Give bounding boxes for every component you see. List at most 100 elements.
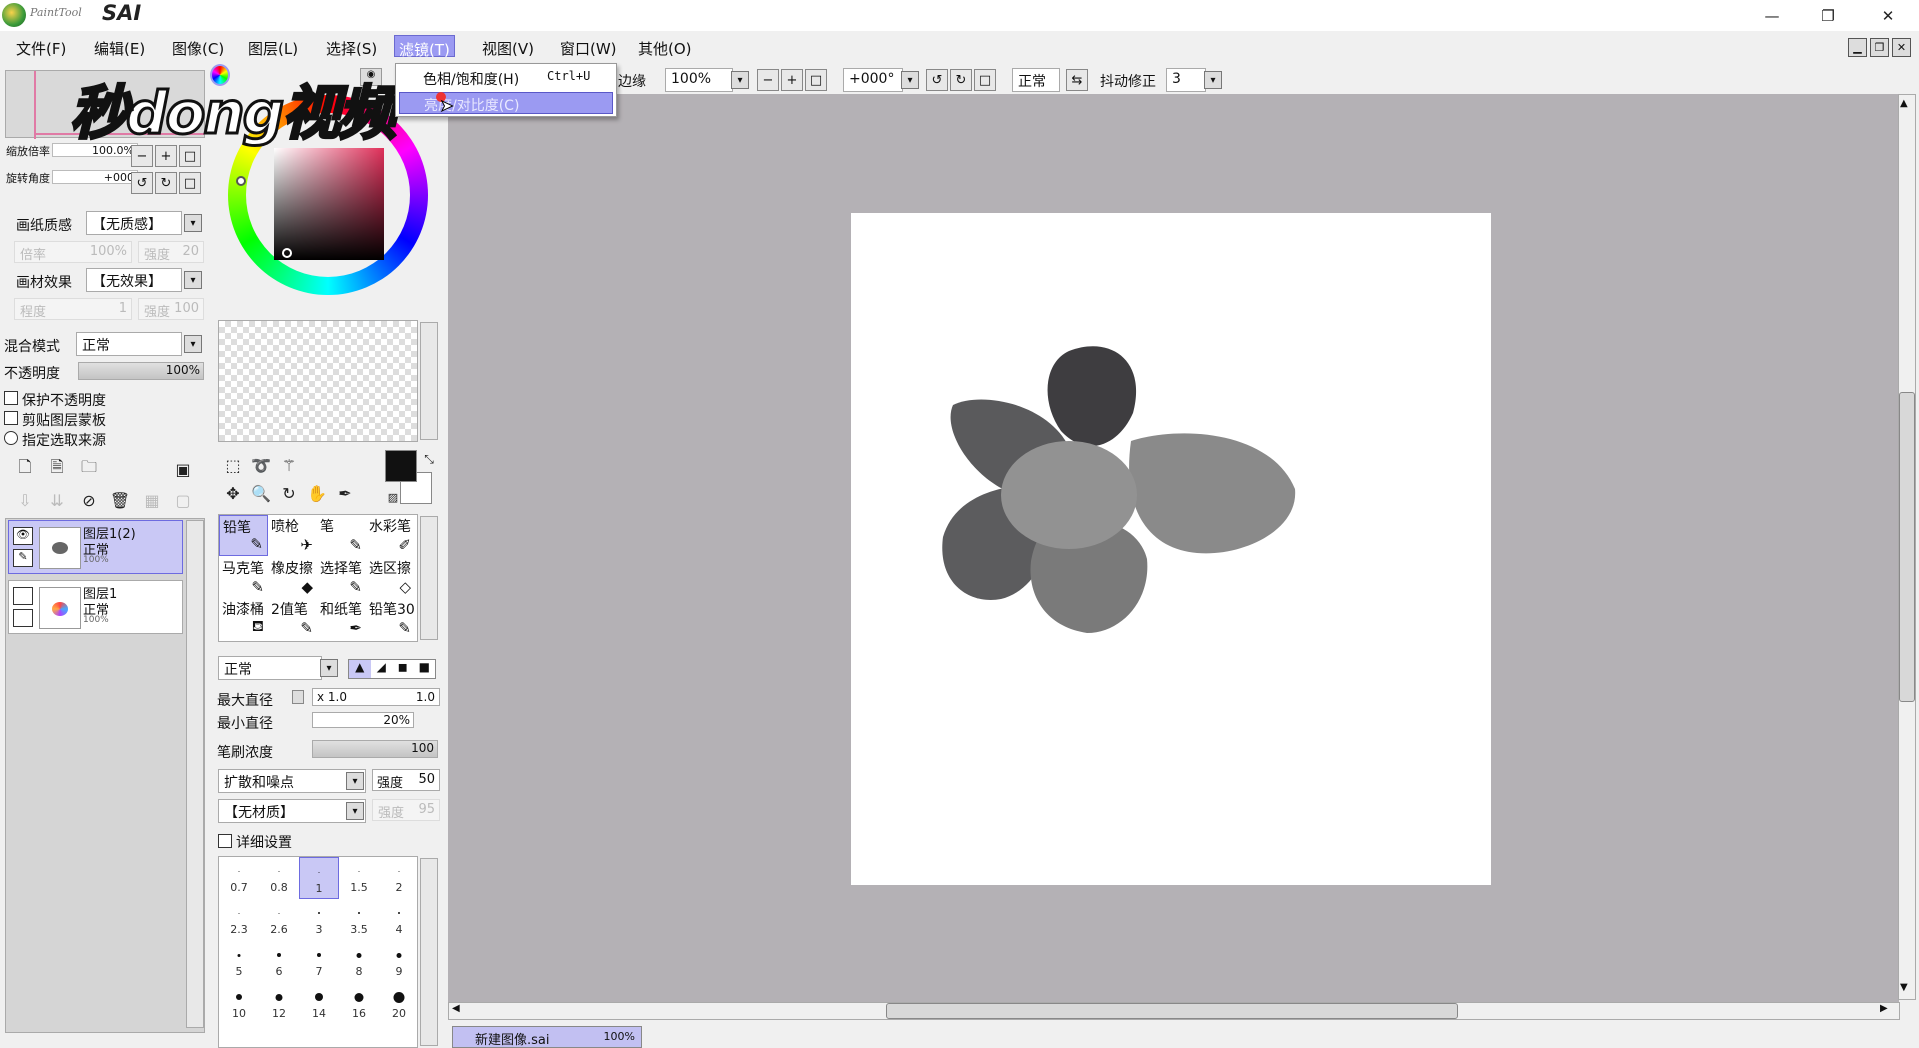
new-layer-icon[interactable]: 🗋 xyxy=(14,457,36,480)
rotate-left-icon[interactable]: ↺ xyxy=(926,69,948,91)
clear-layer-icon[interactable]: ⊘ xyxy=(78,489,100,511)
eyedropper-icon[interactable]: ✒ xyxy=(334,482,356,504)
edge-soft1-icon[interactable]: ◢ xyxy=(371,660,393,678)
apply-mask-icon[interactable]: ▦ xyxy=(141,489,163,511)
effect-strength-field[interactable]: 强度 100 xyxy=(138,298,204,320)
size-lock-icon[interactable] xyxy=(292,690,304,704)
density-slider[interactable]: 100 xyxy=(312,740,438,758)
document-tab[interactable]: 新建图像.sai 100% xyxy=(452,1026,642,1048)
texture-strength-field-brush[interactable]: 强度 95 xyxy=(372,799,440,821)
menu-file[interactable]: 文件(F) xyxy=(12,35,70,58)
stabilizer-select[interactable]: 3 xyxy=(1166,68,1206,92)
layer-row-active[interactable]: 👁 ✎ 图层1(2) 正常 100% xyxy=(8,520,183,574)
visibility-toggle[interactable] xyxy=(13,587,33,605)
zoom-reset-icon[interactable]: □ xyxy=(805,69,827,91)
transparent-color-icon[interactable]: ▨ xyxy=(382,486,404,508)
nav-rotate-slider[interactable]: +000 xyxy=(52,170,138,184)
new-linework-layer-icon[interactable]: 🗎 xyxy=(46,457,68,480)
edit-brush-icon[interactable]: ✎ xyxy=(13,549,33,567)
layer-row[interactable]: 图层1 正常 100% xyxy=(8,580,183,634)
scroll-up-icon[interactable]: ▲ xyxy=(1900,98,1908,109)
brush-bucket[interactable]: 油漆桶 ⛾ xyxy=(219,598,268,639)
paper-texture-dropdown-icon[interactable]: ▾ xyxy=(184,214,202,232)
mdi-minimize-icon[interactable]: ▁ xyxy=(1848,38,1867,57)
brush-grid-scrollbar[interactable] xyxy=(420,516,438,640)
zoom-in-icon[interactable]: + xyxy=(781,69,803,91)
nav-rotate-right-icon[interactable]: ↻ xyxy=(155,172,177,194)
edit-toggle[interactable] xyxy=(13,609,33,627)
brush-size-cell[interactable]: 2.6 xyxy=(259,899,299,941)
brush-pen[interactable]: 笔 ✎ xyxy=(317,515,366,556)
menu-brightness-contrast[interactable]: 亮度/对比度(C) xyxy=(399,92,613,114)
brush-mode-select[interactable]: 正常 xyxy=(218,656,322,680)
zoom-dropdown-icon[interactable]: ▾ xyxy=(731,71,749,89)
min-size-slider[interactable]: 20% xyxy=(312,712,414,728)
canvas-paper[interactable] xyxy=(851,213,1491,885)
texture-scale-field[interactable]: 倍率 100% xyxy=(14,241,132,263)
menu-select[interactable]: 选择(S) xyxy=(322,35,381,58)
layer-blend-dropdown-icon[interactable]: ▾ xyxy=(184,335,202,353)
restore-button[interactable]: ❐ xyxy=(1800,0,1856,31)
brush-texture-dropdown-icon[interactable]: ▾ xyxy=(346,802,364,820)
opacity-slider[interactable]: 100% xyxy=(78,362,204,380)
sv-picker-icon[interactable] xyxy=(282,248,292,258)
brush-size-cell[interactable]: 2 xyxy=(379,857,419,899)
lasso-icon[interactable]: ➰ xyxy=(250,454,272,476)
move-icon[interactable]: ✥ xyxy=(222,482,244,504)
rotate-reset-icon[interactable]: □ xyxy=(974,69,996,91)
brush-size-cell[interactable]: 5 xyxy=(219,941,259,983)
brush-pencil30[interactable]: 铅笔30 ✎ xyxy=(366,598,415,639)
hand-tool-icon[interactable]: ✋ xyxy=(306,482,328,504)
size-grid-scrollbar[interactable] xyxy=(420,858,438,1046)
selection-source-radio[interactable] xyxy=(4,431,18,445)
nav-rotate-reset-icon[interactable]: □ xyxy=(179,172,201,194)
transfer-down-icon[interactable]: ⇩ xyxy=(14,489,36,511)
rotation-select[interactable]: +000° xyxy=(843,68,903,92)
magic-wand-icon[interactable]: ⚚ xyxy=(278,454,300,476)
brush-size-cell[interactable]: 16 xyxy=(339,983,379,1025)
menu-edit[interactable]: 编辑(E) xyxy=(90,35,149,58)
brush-eraser[interactable]: 橡皮擦 ◆ xyxy=(268,557,317,598)
merge-down-icon[interactable]: ⇊ xyxy=(46,489,68,511)
brush-shape-dropdown-icon[interactable]: ▾ xyxy=(346,772,364,790)
brush-airbrush[interactable]: 喷枪 ✈ xyxy=(268,515,317,556)
menu-layer[interactable]: 图层(L) xyxy=(244,35,302,58)
brush-size-cell[interactable]: 4 xyxy=(379,899,419,941)
stabilizer-dropdown-icon[interactable]: ▾ xyxy=(1204,71,1222,89)
rotate-right-icon[interactable]: ↻ xyxy=(950,69,972,91)
edge-flat-icon[interactable]: ■ xyxy=(414,660,436,678)
brush-edge-selector[interactable]: ▲ ◢ ◼ ■ xyxy=(348,659,436,679)
brush-mode-dropdown-icon[interactable]: ▾ xyxy=(320,659,338,677)
brush-size-cell[interactable]: 3 xyxy=(299,899,339,941)
shape-strength-field[interactable]: 强度 50 xyxy=(372,769,440,791)
detail-settings-checkbox[interactable] xyxy=(218,834,232,848)
menu-other[interactable]: 其他(O) xyxy=(634,35,696,58)
max-size-field[interactable]: x 1.0 1.0 xyxy=(312,688,440,706)
paper-texture-select[interactable]: 【无质感】 xyxy=(86,211,182,235)
layer-blend-select[interactable]: 正常 xyxy=(76,332,182,356)
horizontal-scroll-thumb[interactable] xyxy=(886,1003,1458,1019)
paper-effect-select[interactable]: 【无效果】 xyxy=(86,268,182,292)
texture-strength-field[interactable]: 强度 20 xyxy=(138,241,204,263)
protect-opacity-checkbox[interactable] xyxy=(4,391,18,405)
brush-size-cell[interactable]: 6 xyxy=(259,941,299,983)
vertical-scroll-thumb[interactable] xyxy=(1899,392,1915,702)
zoom-select[interactable]: 100% xyxy=(665,68,733,92)
brush-size-cell[interactable]: 7 xyxy=(299,941,339,983)
new-folder-icon[interactable]: 🗀 xyxy=(78,457,100,480)
saturation-value-square[interactable] xyxy=(274,148,384,260)
blend-mode-select[interactable]: 正常 xyxy=(1012,68,1060,92)
menu-hue-saturation[interactable]: 色相/饱和度(H) Ctrl+U xyxy=(399,67,613,89)
brush-select-pen[interactable]: 选择笔 ✎ xyxy=(317,557,366,598)
scroll-down-icon[interactable]: ▼ xyxy=(1900,982,1908,993)
swatch-scrollbar[interactable] xyxy=(420,322,438,440)
mdi-restore-icon[interactable]: ❐ xyxy=(1870,38,1889,57)
layer-mask-icon[interactable]: ▣ xyxy=(172,458,194,480)
brush-size-cell[interactable]: 1.5 xyxy=(339,857,379,899)
zoom-tool-icon[interactable]: 🔍 xyxy=(250,482,272,504)
brush-size-cell[interactable]: 3.5 xyxy=(339,899,379,941)
brush-shape-select[interactable]: 扩散和噪点 xyxy=(218,769,366,793)
swatch-panel[interactable] xyxy=(218,320,418,442)
delete-mask-icon[interactable]: ▢ xyxy=(172,489,194,511)
minimize-button[interactable]: — xyxy=(1744,0,1800,31)
